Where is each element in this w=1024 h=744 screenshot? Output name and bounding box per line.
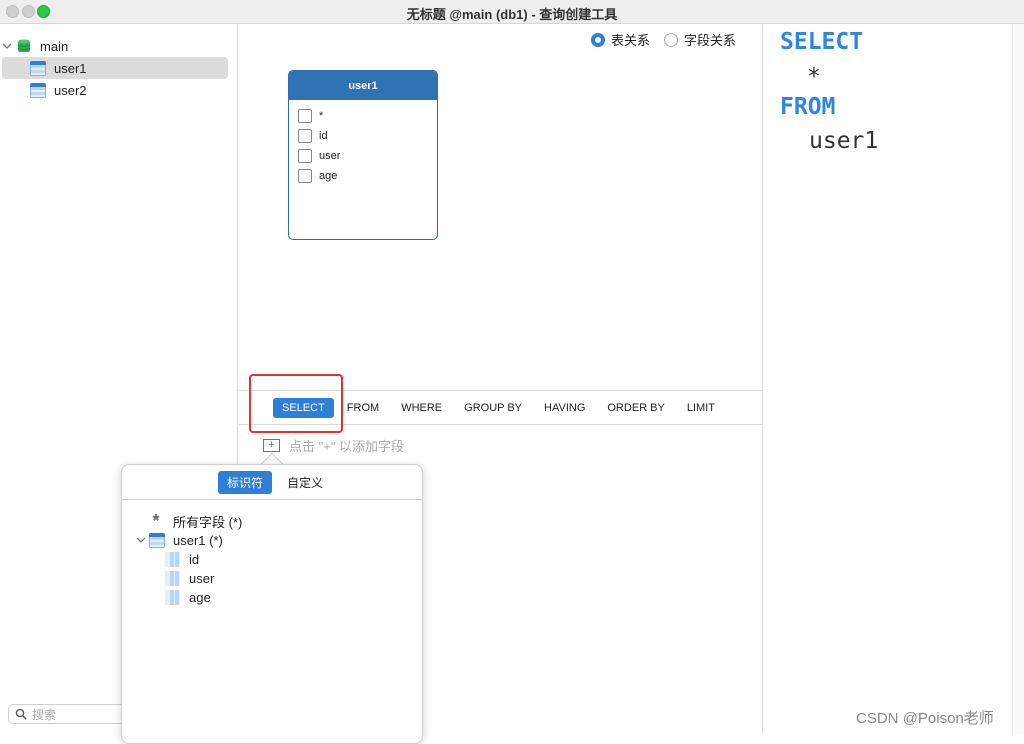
field-row-age[interactable]: age <box>289 166 437 186</box>
clause-group-by-button[interactable]: GROUP BY <box>464 402 522 414</box>
asterisk-icon: * <box>152 511 160 531</box>
radio-field-relation-label: 字段关系 <box>684 33 737 48</box>
sidebar-search-input[interactable]: 搜索 <box>8 704 128 724</box>
field-checkbox[interactable] <box>298 109 312 123</box>
sql-preview-pane[interactable]: SELECT * FROM user1 <box>762 24 1024 734</box>
field-label: id <box>319 130 328 142</box>
table-card-user1[interactable]: user1 * id user age <box>288 70 438 240</box>
chevron-down-icon[interactable] <box>136 535 146 545</box>
diagram-canvas[interactable]: 表关系 字段关系 user1 * id user age <box>239 24 762 390</box>
window-title: 无标题 @main (db1) - 查询创建工具 <box>406 7 618 22</box>
table-icon <box>149 532 165 548</box>
sidebar-item-label: user1 <box>54 60 87 76</box>
search-placeholder: 搜索 <box>32 707 57 722</box>
sql-select-item: * <box>807 64 821 90</box>
table-icon <box>30 60 46 76</box>
sql-from-item: user1 <box>809 128 879 154</box>
table-node-user1[interactable]: user1 (*) <box>136 531 223 549</box>
field-label: user <box>319 150 341 162</box>
sidebar-item-label: user2 <box>54 82 87 98</box>
field-checkbox[interactable] <box>298 149 312 163</box>
all-fields-label: 所有字段 (*) <box>173 514 243 530</box>
clause-limit-button[interactable]: LIMIT <box>687 402 715 414</box>
table-node-label: user1 (*) <box>173 532 223 548</box>
tab-identifier[interactable]: 标识符 <box>218 471 273 494</box>
field-label: * <box>319 110 324 122</box>
column-icon <box>165 589 180 605</box>
column-item-id[interactable]: id <box>165 550 199 568</box>
clause-from-button[interactable]: FROM <box>347 402 379 414</box>
column-icon <box>165 570 180 586</box>
sql-from-keyword: FROM <box>780 94 836 120</box>
vertical-scrollbar[interactable] <box>1012 24 1024 734</box>
column-icon <box>165 551 180 567</box>
radio-field-relation[interactable] <box>664 32 679 47</box>
field-picker-popover: 标识符 自定义 * 所有字段 (*) user1 (*) id user age <box>121 464 423 744</box>
field-row-user[interactable]: user <box>289 146 437 166</box>
all-fields-item[interactable]: * 所有字段 (*) <box>149 512 242 530</box>
column-item-user[interactable]: user <box>165 569 214 587</box>
relation-mode-group: 表关系 字段关系 <box>591 30 736 49</box>
watermark: CSDN @Poison老师 <box>856 710 994 727</box>
radio-table-relation-label: 表关系 <box>611 33 651 48</box>
add-field-hint: 点击 "+" 以添加字段 <box>289 439 405 454</box>
popover-tabs: 标识符 自定义 <box>218 471 338 494</box>
table-icon <box>30 82 46 98</box>
tree-item-database[interactable]: main <box>2 35 228 57</box>
window-titlebar: 无标题 @main (db1) - 查询创建工具 <box>0 0 1024 24</box>
tab-custom[interactable]: 自定义 <box>278 471 332 494</box>
field-checkbox[interactable] <box>298 129 312 143</box>
sidebar-item-user1[interactable]: user1 <box>2 57 228 79</box>
field-row-id[interactable]: id <box>289 126 437 146</box>
database-icon <box>17 39 31 52</box>
sql-select-keyword: SELECT <box>780 29 864 55</box>
chevron-down-icon[interactable] <box>2 41 12 51</box>
clause-where-button[interactable]: WHERE <box>401 402 442 414</box>
field-checkbox[interactable] <box>298 169 312 183</box>
radio-table-relation[interactable] <box>591 32 605 47</box>
search-icon <box>15 708 27 720</box>
field-row-star[interactable]: * <box>289 106 437 126</box>
column-label: user <box>189 570 215 586</box>
clause-having-button[interactable]: HAVING <box>544 402 585 414</box>
database-label: main <box>40 38 69 54</box>
column-label: id <box>189 551 200 567</box>
sidebar-item-user2[interactable]: user2 <box>2 79 228 101</box>
annotation-highlight-box <box>249 374 343 433</box>
clause-order-by-button[interactable]: ORDER BY <box>607 402 664 414</box>
add-field-row: + 点击 "+" 以添加字段 <box>263 436 404 455</box>
column-label: age <box>189 589 211 605</box>
add-field-button[interactable]: + <box>263 439 280 452</box>
field-label: age <box>319 170 338 182</box>
table-card-title[interactable]: user1 <box>289 71 437 100</box>
column-item-age[interactable]: age <box>165 588 211 606</box>
popover-divider <box>122 499 422 500</box>
